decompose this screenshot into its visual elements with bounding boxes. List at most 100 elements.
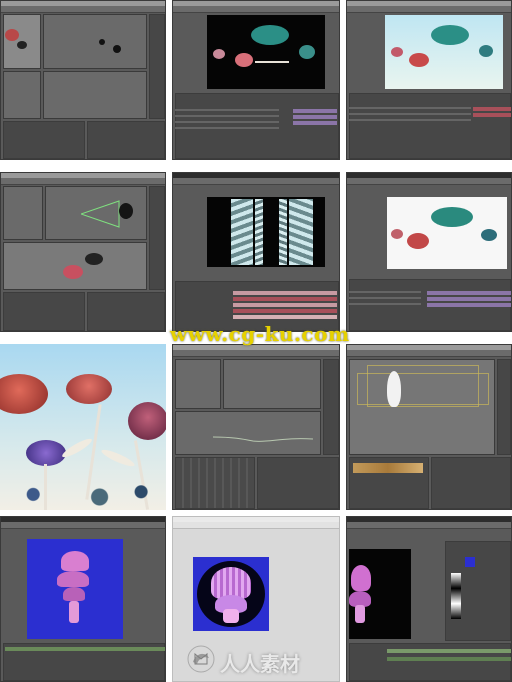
attribute-manager[interactable]: [87, 121, 165, 159]
camera-frustum-icon: [81, 200, 120, 228]
timeline-bar[interactable]: [473, 113, 511, 117]
mushroom-object: [387, 371, 401, 407]
toolbar[interactable]: [173, 350, 339, 357]
toolbar[interactable]: [1, 178, 165, 185]
bounding-box: [357, 373, 489, 405]
timeline-bar[interactable]: [293, 121, 337, 125]
object-in-viewport: [99, 39, 105, 45]
layer-row[interactable]: [175, 115, 279, 117]
material-manager[interactable]: [3, 292, 85, 331]
mushroom-stem: [355, 605, 365, 623]
object-manager[interactable]: [149, 186, 165, 290]
rose-layer: [213, 49, 225, 59]
timeline-bar[interactable]: [387, 657, 511, 661]
toolbar[interactable]: [347, 350, 511, 357]
swirl-logo-icon: [187, 645, 215, 673]
toolbar[interactable]: [347, 178, 511, 185]
object-manager[interactable]: [149, 14, 165, 119]
rose-layer: [391, 229, 403, 239]
toolbar-swatches[interactable]: [353, 463, 423, 473]
tile-compositor-blue-mushroom: [0, 516, 166, 682]
site-logo: 人人素材: [186, 642, 336, 678]
teal-cap-layer: [431, 207, 473, 227]
leaf: [60, 436, 94, 460]
timeline-bar[interactable]: [233, 309, 337, 313]
attribute-manager[interactable]: [431, 457, 511, 509]
rose-layer: [409, 53, 429, 67]
viewport-top[interactable]: [175, 359, 221, 409]
timeline-bar[interactable]: [233, 291, 337, 295]
crystal-strip: [255, 199, 263, 265]
toolbar[interactable]: [1, 522, 165, 529]
attribute-manager[interactable]: [87, 292, 165, 331]
layer-row[interactable]: [349, 107, 471, 109]
viewport-front[interactable]: [43, 71, 147, 119]
toolbar[interactable]: [347, 6, 511, 13]
viewport-right[interactable]: [3, 71, 41, 119]
mushroom-stem: [223, 609, 239, 623]
viewport-perspective[interactable]: [3, 186, 43, 240]
timeline-panel[interactable]: [175, 93, 339, 159]
rose: [128, 402, 166, 440]
tile-3d-app-camera: [0, 172, 166, 332]
timeline-bar[interactable]: [427, 303, 511, 307]
toolbar[interactable]: [173, 6, 339, 13]
timeline-bar[interactable]: [233, 303, 337, 307]
iris: [26, 440, 66, 466]
layer-row[interactable]: [175, 127, 279, 129]
rose-layer: [235, 53, 253, 67]
rose-object: [63, 265, 83, 279]
timeline-bar[interactable]: [427, 297, 511, 301]
leaf-layer: [299, 45, 315, 59]
toolbar[interactable]: [1, 6, 165, 13]
layer-row[interactable]: [349, 297, 421, 299]
leaf-object: [17, 41, 27, 49]
preview-swatch: [465, 557, 475, 567]
mushroom-cap: [351, 565, 371, 591]
attribute-manager[interactable]: [257, 457, 339, 509]
crystal-strip: [231, 199, 253, 265]
material-manager[interactable]: [3, 121, 85, 159]
layer-row[interactable]: [349, 119, 471, 121]
material-manager[interactable]: [175, 457, 255, 509]
viewport-front[interactable]: [223, 359, 321, 409]
crystal-strip: [289, 199, 313, 265]
mushroom-cap: [63, 587, 85, 601]
toolbar[interactable]: [173, 178, 339, 185]
color-ramp[interactable]: [451, 573, 461, 619]
leaf-layer: [479, 45, 493, 57]
viewport-top[interactable]: [43, 14, 147, 69]
timeline-panel[interactable]: [349, 93, 511, 159]
timeline-bar[interactable]: [233, 315, 337, 319]
tile-compositor-crystal: [172, 172, 340, 332]
object-manager[interactable]: [497, 359, 511, 455]
leaf: [99, 447, 137, 469]
layer-row[interactable]: [349, 113, 471, 115]
toolbar[interactable]: [173, 522, 339, 529]
tile-final-render-flowers: [0, 344, 166, 510]
layer-row[interactable]: [175, 109, 279, 111]
timeline-bar[interactable]: [293, 115, 337, 119]
tile-compositor-dark-render: [172, 0, 340, 160]
layer-row[interactable]: [349, 303, 421, 305]
mushroom-stem: [69, 601, 79, 623]
timeline-bar[interactable]: [5, 647, 165, 651]
layer-row[interactable]: [175, 121, 279, 123]
object-manager[interactable]: [323, 359, 339, 455]
timeline-bar[interactable]: [387, 649, 511, 653]
crystal-strip: [279, 199, 287, 265]
rose-layer: [407, 233, 429, 249]
toolbar[interactable]: [347, 522, 511, 529]
timeline-bar[interactable]: [473, 107, 511, 111]
timeline-bar[interactable]: [293, 109, 337, 113]
timeline-bar[interactable]: [427, 291, 511, 295]
mushroom-cap: [61, 551, 89, 571]
mushroom-cap: [57, 571, 89, 587]
layer-row[interactable]: [349, 291, 421, 293]
timeline-bar[interactable]: [233, 297, 337, 301]
leaf-layer: [481, 229, 497, 241]
tile-compositor-effects: [346, 516, 512, 682]
logo-text: 人人素材: [220, 652, 300, 676]
object-in-viewport: [113, 45, 121, 53]
rose: [66, 374, 112, 404]
